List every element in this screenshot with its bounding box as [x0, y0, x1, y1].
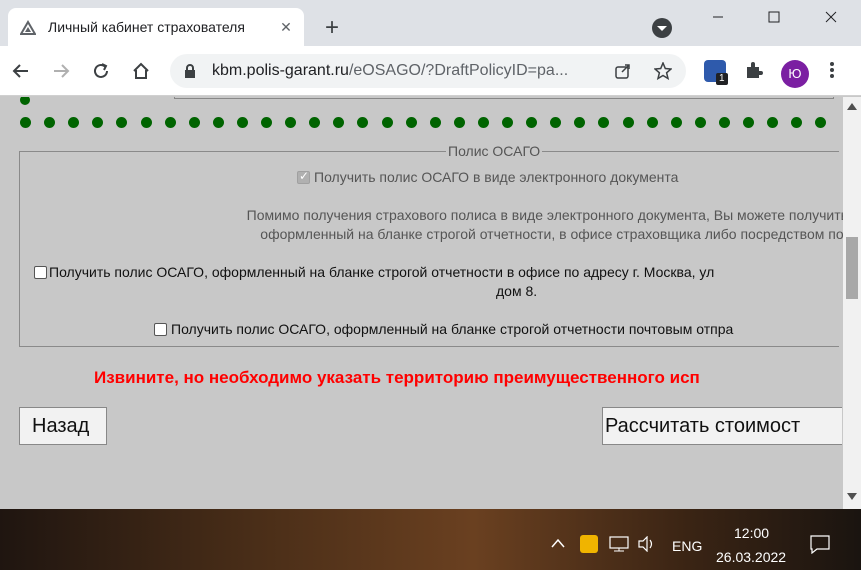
- divider-dot: [453, 117, 465, 128]
- divider-dot: [622, 117, 634, 128]
- back-arrow-icon[interactable]: [8, 58, 34, 84]
- fieldset-legend: Полис ОСАГО: [446, 143, 543, 159]
- divider-dot: [212, 117, 224, 128]
- divider-dot: [429, 117, 441, 128]
- divider-dot: [357, 117, 369, 128]
- electronic-checkbox[interactable]: [297, 169, 310, 184]
- windows-taskbar: ENG 12:00 26.03.2022: [0, 509, 861, 570]
- scroll-down-icon[interactable]: [847, 493, 857, 501]
- divider-dot: [791, 117, 803, 128]
- office-label: Получить полис ОСАГО, оформленный на бла…: [49, 264, 715, 280]
- divider-dot: [164, 117, 176, 128]
- scroll-up-icon[interactable]: [847, 103, 857, 111]
- new-tab-button[interactable]: +: [318, 14, 346, 42]
- divider-dot: [285, 117, 297, 128]
- office-option: Получить полис ОСАГО, оформленный на бла…: [34, 263, 843, 299]
- close-window-button[interactable]: [808, 0, 854, 34]
- minimize-button[interactable]: [695, 0, 741, 34]
- page-content: Полис ОСАГО Получить полис ОСАГО в виде …: [0, 97, 843, 509]
- tab-active[interactable]: Личный кабинет страхователя ✕: [8, 8, 304, 46]
- page-scrollbar[interactable]: [843, 97, 861, 509]
- post-label: Получить полис ОСАГО, оформленный на бла…: [171, 321, 734, 337]
- divider-dot: [550, 117, 562, 128]
- divider-dot: [92, 117, 104, 128]
- divider-dot: [477, 117, 489, 128]
- reload-icon[interactable]: [88, 58, 114, 84]
- office-checkbox[interactable]: [34, 266, 47, 279]
- electronic-option: Получить полис ОСАГО в виде электронного…: [297, 169, 678, 185]
- divider-dot: [598, 117, 610, 128]
- profile-avatar[interactable]: Ю: [781, 60, 809, 88]
- tray-app-icon[interactable]: [580, 535, 598, 553]
- divider-dot: [333, 117, 345, 128]
- share-icon[interactable]: [614, 62, 632, 80]
- scroll-thumb[interactable]: [846, 237, 858, 299]
- notifications-icon[interactable]: [809, 534, 831, 554]
- divider-dot: [309, 117, 321, 128]
- divider-dot: [116, 117, 128, 128]
- electronic-label: Получить полис ОСАГО в виде электронного…: [314, 169, 679, 185]
- tab-close-icon[interactable]: ✕: [276, 17, 296, 37]
- extensions-puzzle-icon[interactable]: [744, 60, 764, 80]
- clock-time[interactable]: 12:00: [734, 525, 769, 541]
- forward-arrow-icon[interactable]: [48, 58, 74, 84]
- network-icon[interactable]: [609, 536, 629, 552]
- info-line: Помимо получения страхового полиса в вид…: [246, 207, 843, 223]
- divider-dot: [405, 117, 417, 128]
- tab-title: Личный кабинет страхователя: [48, 19, 245, 35]
- volume-icon[interactable]: [637, 536, 657, 552]
- error-message: Извините, но необходимо указать территор…: [94, 368, 700, 387]
- divider-dot: [381, 117, 393, 128]
- tab-search-icon[interactable]: [652, 18, 672, 38]
- back-button[interactable]: Назад: [19, 407, 107, 445]
- divider-dot: [502, 117, 513, 128]
- language-indicator[interactable]: ENG: [672, 538, 702, 554]
- progress-dot: [20, 97, 30, 105]
- divider-dot: [767, 117, 779, 128]
- divider-dot: [574, 117, 586, 128]
- calculate-button[interactable]: Рассчитать стоимост: [602, 407, 842, 445]
- url-text: kbm.polis-garant.ru/eOSAGO/?DraftPolicyI…: [212, 62, 569, 79]
- extension-shield-icon[interactable]: 1: [704, 60, 728, 85]
- address-bar[interactable]: kbm.polis-garant.ru/eOSAGO/?DraftPolicyI…: [170, 54, 686, 88]
- browser-toolbar: kbm.polis-garant.ru/eOSAGO/?DraftPolicyI…: [0, 46, 861, 96]
- divider-dot: [718, 117, 730, 128]
- divider-dot: [670, 117, 682, 128]
- site-logo-icon: [20, 20, 36, 35]
- divider-dot: [44, 117, 56, 128]
- dotted-divider: [20, 117, 827, 129]
- menu-kebab-icon[interactable]: [822, 60, 842, 80]
- previous-field: [174, 97, 834, 99]
- divider-dot: [20, 117, 31, 128]
- info-line: оформленный на бланке строгой отчетности…: [260, 226, 843, 242]
- divider-dot: [646, 117, 658, 128]
- home-icon[interactable]: [128, 58, 154, 84]
- lock-icon[interactable]: [184, 64, 196, 78]
- divider-dot: [743, 117, 754, 128]
- divider-dot: [188, 117, 200, 128]
- maximize-button[interactable]: [751, 0, 797, 34]
- clock-date[interactable]: 26.03.2022: [716, 549, 786, 565]
- chevron-up-icon[interactable]: [551, 538, 565, 548]
- divider-dot: [68, 117, 80, 128]
- divider-dot: [815, 117, 827, 128]
- bookmark-star-icon[interactable]: [654, 62, 672, 80]
- tab-strip: Личный кабинет страхователя ✕ +: [0, 0, 861, 46]
- divider-dot: [694, 117, 706, 128]
- divider-dot: [140, 117, 152, 128]
- post-checkbox[interactable]: [154, 323, 167, 336]
- extension-badge: 1: [716, 73, 728, 85]
- office-label-cont: дом 8.: [496, 283, 538, 299]
- info-text: Помимо получения страхового полиса в вид…: [20, 206, 843, 244]
- post-option: Получить полис ОСАГО, оформленный на бла…: [154, 321, 733, 337]
- divider-dot: [526, 117, 538, 128]
- divider-dot: [236, 117, 248, 128]
- divider-dot: [261, 117, 272, 128]
